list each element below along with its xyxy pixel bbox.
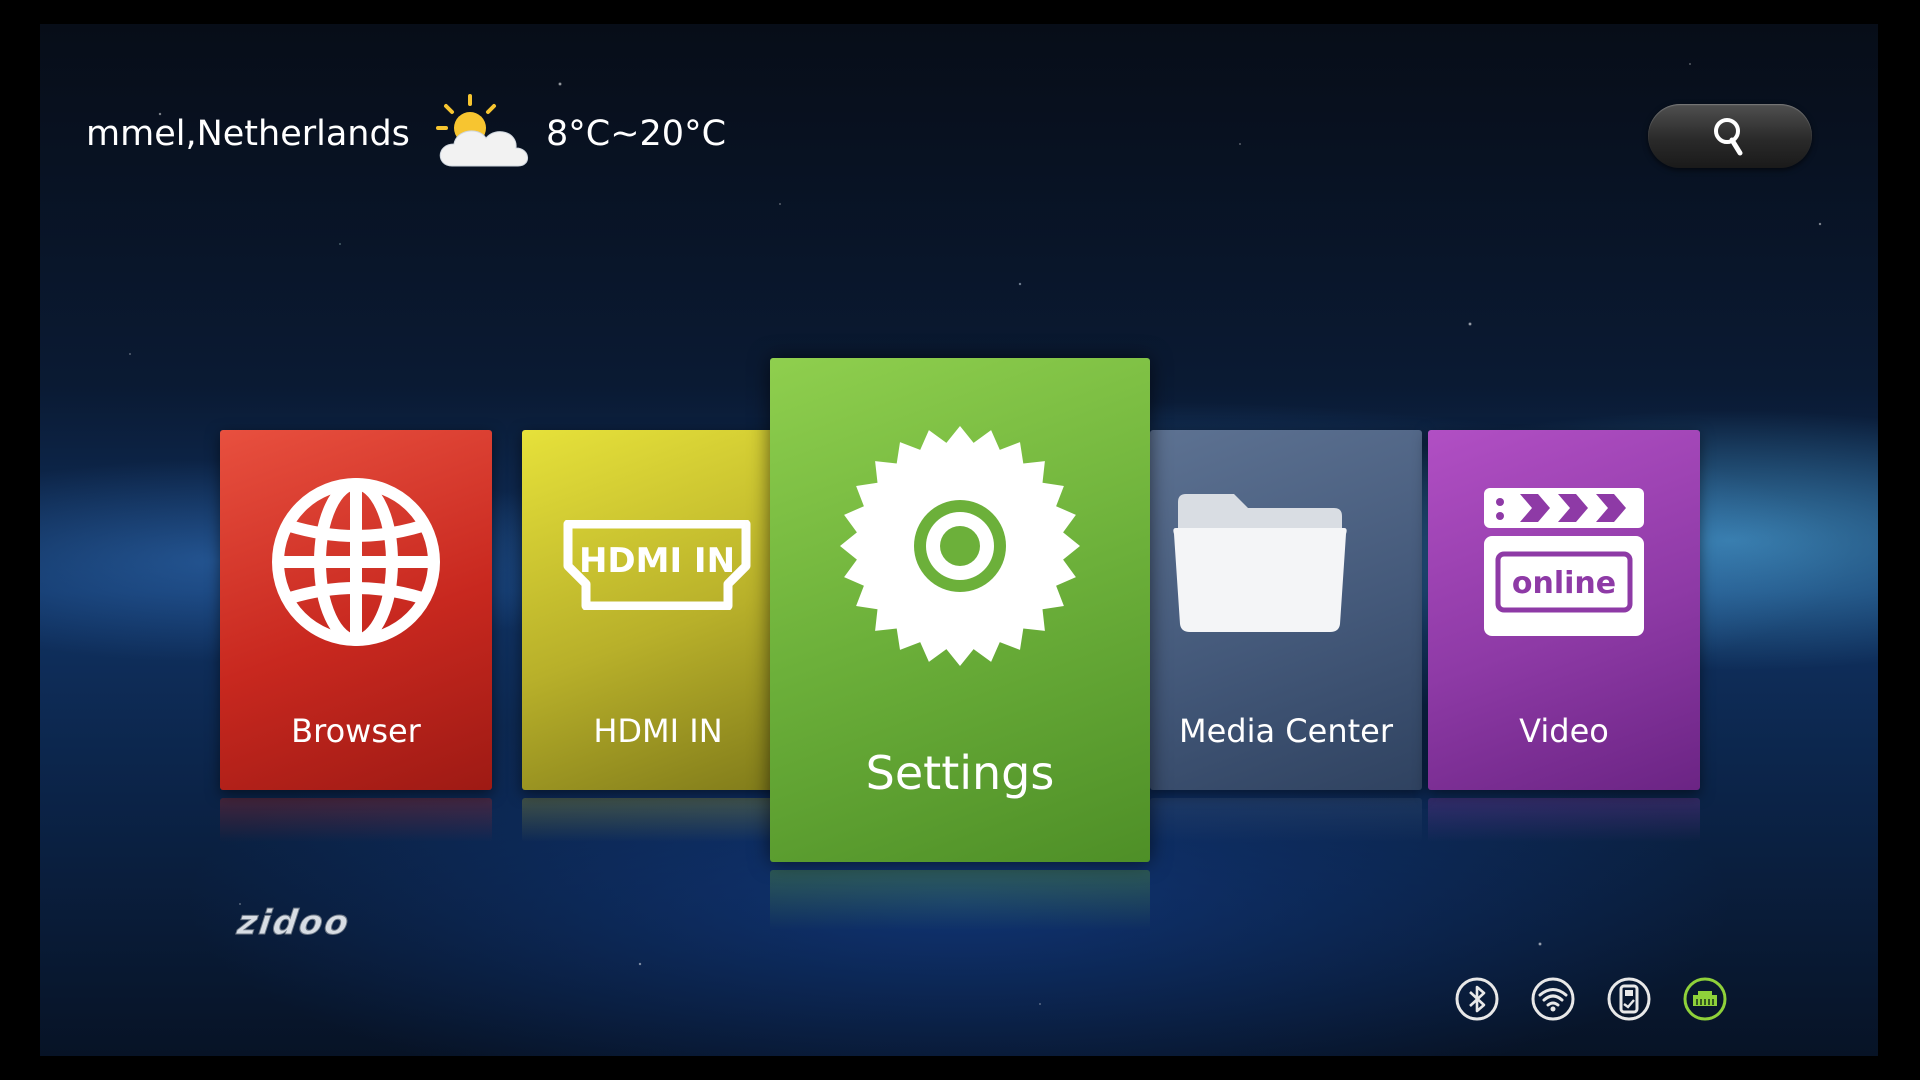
tile-hdmi-in-label: HDMI IN	[593, 712, 723, 750]
tile-video[interactable]: online Video	[1428, 430, 1700, 790]
video-icon-text: online	[1512, 566, 1616, 601]
tile-settings-label: Settings	[865, 746, 1055, 800]
search-button[interactable]	[1648, 104, 1812, 168]
hdmi-port-icon: HDMI IN	[563, 520, 751, 610]
globe-icon	[272, 478, 440, 646]
folder-icon	[1173, 494, 1347, 632]
tile-browser-label: Browser	[291, 712, 421, 750]
ethernet-icon	[1683, 977, 1727, 1021]
location-label: mmel,Netherlands	[86, 114, 410, 154]
tile-video-label: Video	[1519, 712, 1609, 750]
tile-settings[interactable]: Settings	[770, 358, 1150, 862]
temperature-label: 8°C~20°C	[546, 114, 727, 154]
tile-media-center-label: Media Center	[1179, 712, 1393, 750]
wifi-icon	[1531, 977, 1575, 1021]
hdmi-icon-text: HDMI IN	[579, 541, 735, 581]
search-icon	[1714, 118, 1743, 156]
launcher-screen: mmel,Netherlands 8°C~20°C Browser HDMI I…	[40, 24, 1878, 1056]
bluetooth-icon	[1455, 977, 1499, 1021]
usb-icon	[1607, 977, 1651, 1021]
hdmi-tile-reflection	[522, 798, 794, 842]
tile-hdmi-in[interactable]: HDMI IN HDMI IN	[522, 430, 794, 790]
tile-browser[interactable]: Browser	[220, 430, 492, 790]
partly-cloudy-icon	[436, 94, 528, 167]
gear-icon	[840, 426, 1080, 666]
settings-tile-reflection	[770, 870, 1150, 930]
clapperboard-icon: online	[1484, 488, 1644, 636]
video-tile-reflection	[1428, 798, 1700, 842]
browser-tile-reflection	[220, 798, 492, 842]
tile-media-center[interactable]: Media Center	[1150, 430, 1422, 790]
svg-text:zidoo: zidoo	[231, 904, 356, 940]
zidoo-logo: zidoo	[231, 904, 357, 940]
media-tile-reflection	[1150, 798, 1422, 842]
